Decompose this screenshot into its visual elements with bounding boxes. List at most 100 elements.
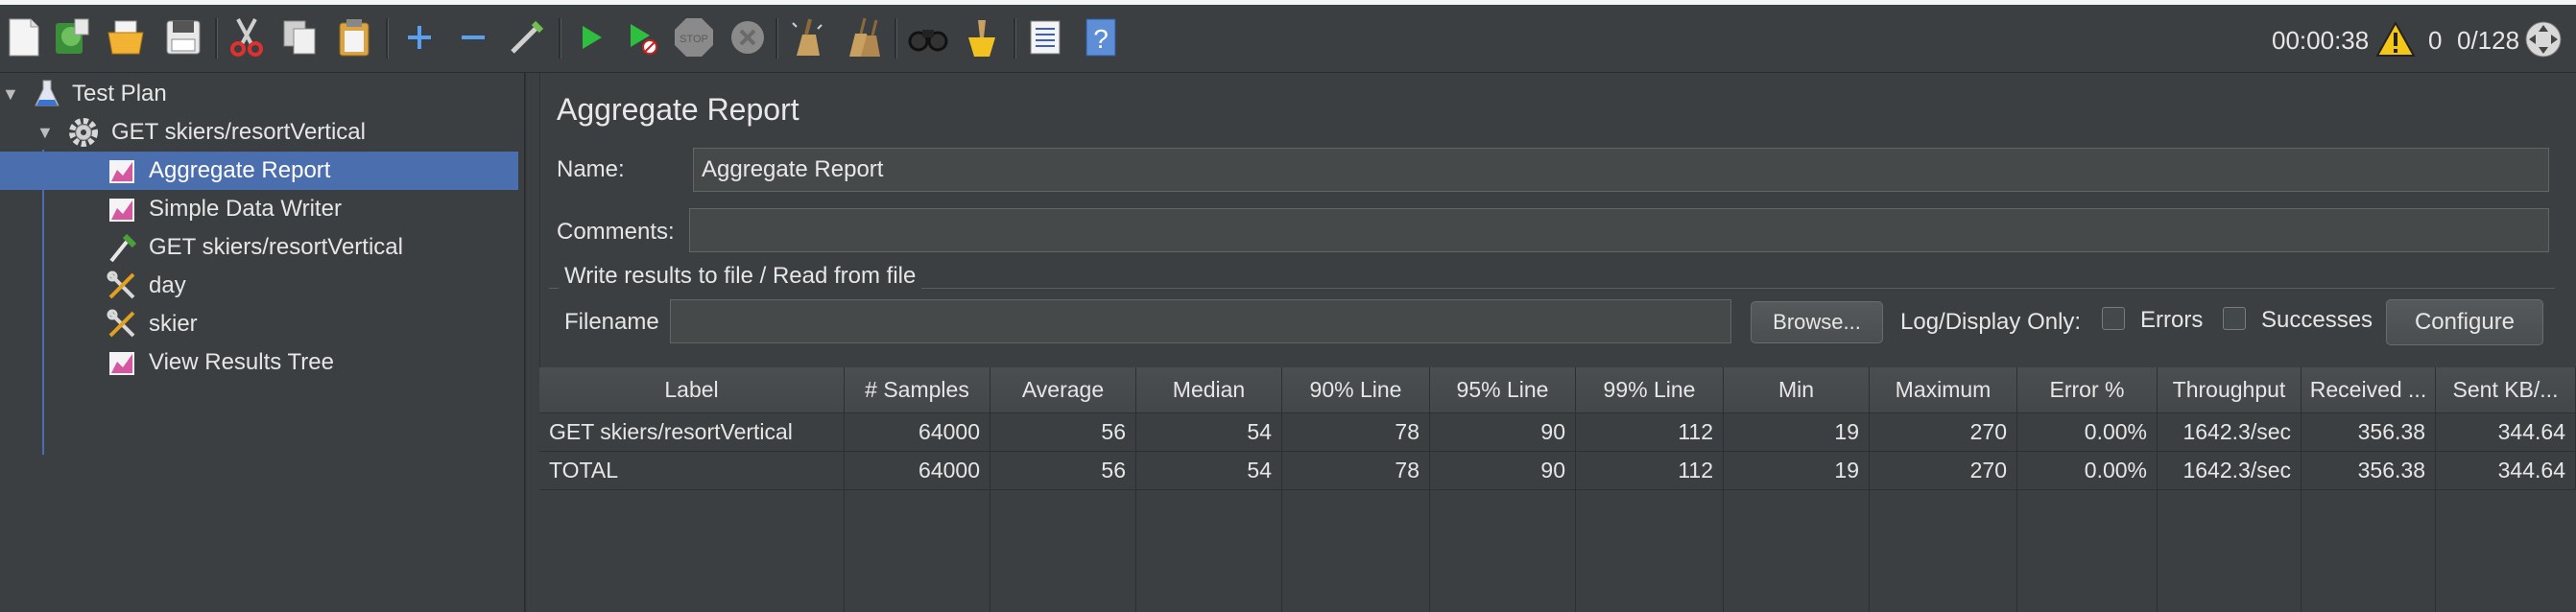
table-cell[interactable]: 0.00% (2017, 413, 2158, 452)
table-cell[interactable]: 344.64 (2436, 452, 2576, 490)
open-icon[interactable] (104, 15, 148, 59)
chart-icon (106, 154, 138, 187)
reset-search-icon[interactable] (960, 15, 1004, 59)
table-cell[interactable]: 356.38 (2302, 452, 2436, 490)
panel-title: Aggregate Report (557, 92, 799, 127)
tree-item-day[interactable]: day (0, 267, 518, 305)
aggregate-report-panel: Aggregate Report Name: Aggregate Report … (539, 73, 2576, 612)
cut-icon[interactable] (225, 15, 269, 59)
column-divider (844, 490, 845, 612)
shutdown-icon[interactable] (726, 15, 770, 59)
toolbar: STOP ? 00:00:38 0 0/128 (0, 5, 2576, 73)
search-icon[interactable] (906, 15, 950, 59)
function-helper-icon[interactable] (1023, 15, 1067, 59)
tree-item-simple-data-writer[interactable]: Simple Data Writer (0, 190, 518, 228)
test-plan-tree: ▼ Test Plan ▼ GET skiers/resortVertical … (0, 73, 525, 612)
toggle-icon[interactable] (505, 15, 549, 59)
clear-all-icon[interactable] (841, 15, 885, 59)
table-cell[interactable]: 56 (990, 452, 1136, 490)
thread-count: 0/128 (2457, 26, 2520, 55)
tree-item-label: Aggregate Report (149, 157, 331, 183)
column-header-label[interactable]: Label (539, 367, 845, 413)
table-cell[interactable]: 1642.3/sec (2158, 413, 2302, 452)
table-cell[interactable]: 112 (1576, 452, 1724, 490)
column-header-samples[interactable]: # Samples (845, 367, 990, 413)
comments-field[interactable] (689, 208, 2549, 252)
column-header-90-line[interactable]: 90% Line (1282, 367, 1430, 413)
column-header-99-line[interactable]: 99% Line (1576, 367, 1724, 413)
table-cell[interactable]: 90 (1430, 452, 1576, 490)
column-header-maximum[interactable]: Maximum (1870, 367, 2017, 413)
column-divider (1575, 490, 1576, 612)
filename-label: Filename (564, 309, 659, 335)
table-cell[interactable]: 356.38 (2302, 413, 2436, 452)
table-cell[interactable]: 54 (1136, 452, 1282, 490)
table-cell[interactable]: GET skiers/resortVertical (539, 413, 845, 452)
tree-item-label: GET skiers/resortVertical (111, 119, 366, 145)
table-cell[interactable]: 19 (1724, 452, 1870, 490)
log-display-only-label: Log/Display Only: (1900, 309, 2082, 335)
table-cell[interactable]: 56 (990, 413, 1136, 452)
copy-icon[interactable] (278, 15, 322, 59)
new-icon[interactable] (2, 15, 46, 59)
column-header-throughput[interactable]: Throughput (2158, 367, 2302, 413)
filename-field[interactable] (670, 299, 1731, 343)
tree-item-skier[interactable]: skier (0, 305, 518, 343)
collapse-triangle-icon[interactable]: ▼ (36, 123, 54, 143)
table-cell[interactable]: 78 (1282, 413, 1430, 452)
tree-item-label: day (149, 272, 186, 298)
column-header-95-line[interactable]: 95% Line (1430, 367, 1576, 413)
table-cell[interactable]: 64000 (845, 452, 990, 490)
table-cell[interactable]: 19 (1724, 413, 1870, 452)
start-no-pauses-icon[interactable] (620, 15, 664, 59)
tree-item-label: skier (149, 311, 198, 337)
table-cell[interactable]: 344.64 (2436, 413, 2576, 452)
tree-item-test-plan[interactable]: ▼ Test Plan (0, 75, 518, 113)
tree-item-http-sampler[interactable]: GET skiers/resortVertical (0, 228, 518, 267)
column-header-average[interactable]: Average (990, 367, 1136, 413)
paste-icon[interactable] (332, 15, 376, 59)
panel-splitter[interactable] (525, 73, 540, 612)
table-cell[interactable]: 112 (1576, 413, 1724, 452)
table-cell[interactable]: 270 (1870, 452, 2017, 490)
elapsed-time: 00:00:38 (2272, 26, 2370, 55)
aggregate-table: Label # Samples Average Median 90% Line … (539, 367, 2576, 612)
expand-all-icon[interactable] (397, 15, 441, 59)
column-header-median[interactable]: Median (1136, 367, 1282, 413)
table-cell[interactable]: TOTAL (539, 452, 845, 490)
remote-icon[interactable] (2522, 18, 2564, 60)
toolbar-separator (215, 18, 218, 59)
table-cell[interactable]: 0.00% (2017, 452, 2158, 490)
name-field[interactable]: Aggregate Report (693, 148, 2549, 192)
configure-button[interactable]: Configure (2386, 299, 2543, 345)
save-icon[interactable] (161, 15, 205, 59)
successes-checkbox[interactable] (2223, 307, 2246, 330)
svg-text:STOP: STOP (680, 34, 708, 45)
stop-icon[interactable]: STOP (672, 15, 716, 59)
tree-item-view-results-tree[interactable]: View Results Tree (0, 343, 518, 382)
table-cell[interactable]: 270 (1870, 413, 2017, 452)
clear-icon[interactable] (785, 15, 829, 59)
table-cell[interactable]: 64000 (845, 413, 990, 452)
errors-checkbox[interactable] (2102, 307, 2125, 330)
warning-icon[interactable] (2374, 18, 2417, 60)
flask-icon (31, 78, 63, 110)
tree-item-thread-group[interactable]: ▼ GET skiers/resortVertical (0, 113, 518, 152)
collapse-triangle-icon[interactable]: ▼ (2, 84, 19, 105)
column-header-error[interactable]: Error % (2017, 367, 2158, 413)
table-cell[interactable]: 78 (1282, 452, 1430, 490)
tree-item-label: View Results Tree (149, 349, 334, 375)
tree-item-aggregate-report[interactable]: Aggregate Report (0, 152, 518, 190)
column-header-min[interactable]: Min (1724, 367, 1870, 413)
start-icon[interactable] (568, 15, 612, 59)
table-cell[interactable]: 1642.3/sec (2158, 452, 2302, 490)
table-cell[interactable]: 54 (1136, 413, 1282, 452)
templates-icon[interactable] (50, 15, 94, 59)
column-divider (1135, 490, 1136, 612)
column-header-received[interactable]: Received ... (2302, 367, 2436, 413)
help-icon[interactable]: ? (1079, 15, 1123, 59)
collapse-all-icon[interactable] (451, 15, 495, 59)
table-cell[interactable]: 90 (1430, 413, 1576, 452)
column-header-sent[interactable]: Sent KB/... (2436, 367, 2576, 413)
browse-button[interactable]: Browse... (1751, 301, 1883, 343)
